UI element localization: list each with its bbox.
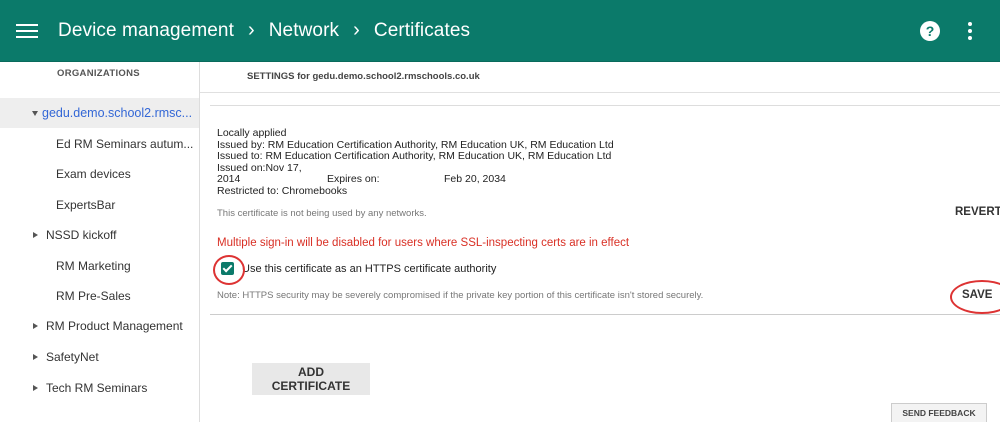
sidebar-item-rm-marketing[interactable]: RM Marketing [0, 251, 199, 281]
cert-status: Locally applied [217, 127, 287, 139]
cert-issued-to: Issued to: RM Education Certification Au… [217, 150, 612, 162]
breadcrumb-separator: › [353, 19, 360, 41]
cert-dates-row: Issued on:Nov 17, 2014 Expires on: Feb 20,… [217, 161, 614, 186]
help-icon[interactable]: ? [920, 21, 940, 41]
highlight-circle [950, 280, 1000, 314]
cert-restricted: Restricted to: Chromebooks [217, 184, 348, 197]
breadcrumb-device-management[interactable]: Device management [58, 20, 234, 42]
more-vert-icon[interactable] [968, 22, 972, 40]
sidebar-item-label: Ed RM Seminars autum... [56, 137, 194, 151]
sidebar-item-gedu[interactable]: gedu.demo.school2.rmsc... [0, 98, 199, 128]
sidebar-item-exam-devices[interactable]: Exam devices [0, 159, 199, 189]
hamburger-menu-icon[interactable] [16, 23, 38, 38]
sidebar-item-label: RM Marketing [56, 259, 131, 273]
breadcrumb-separator: › [247, 19, 255, 41]
sidebar-item-ed-rm-seminars[interactable]: Ed RM Seminars autum... [0, 129, 199, 159]
cert-expires-value: Feb 20, 2034 [444, 173, 506, 185]
sidebar-item-label: RM Pre-Sales [56, 289, 131, 303]
expand-caret-right-icon[interactable] [33, 385, 38, 391]
sidebar-item-label: Tech RM Seminars [46, 381, 148, 395]
breadcrumb-certificates: Certificates [373, 19, 471, 41]
cert-issued-on: Issued on:Nov 17, 2014 [217, 161, 302, 185]
revert-button[interactable]: REVERT [955, 206, 1000, 218]
add-certificate-button[interactable]: ADD CERTIFICATE [252, 363, 370, 395]
breadcrumb-network[interactable]: Network [269, 20, 339, 42]
security-note: Note: HTTPS security may be severely com… [217, 290, 704, 301]
sidebar-item-label: RM Product Management [46, 319, 183, 333]
expand-caret-right-icon[interactable] [33, 323, 38, 329]
org-sidebar: ORGANIZATIONS gedu.demo.school2.rmsc... … [0, 62, 200, 422]
sidebar-item-safetynet[interactable]: SafetyNet [0, 342, 199, 372]
expand-caret-right-icon[interactable] [33, 354, 38, 360]
certificate-details: Locally applied Issued by: RM Education … [217, 127, 614, 197]
sidebar-item-label: ExpertsBar [56, 198, 116, 212]
certificate-card: Locally applied Issued by: RM Education … [210, 105, 1000, 315]
sidebar-item-rm-pre-sales[interactable]: RM Pre-Sales [0, 281, 199, 311]
sidebar-item-tech-rm-seminars[interactable]: Tech RM Seminars [0, 373, 199, 403]
settings-bar: SETTINGS for gedu.demo.school2.rmschools… [200, 62, 1000, 93]
sidebar-item-label: Exam devices [56, 167, 131, 181]
unused-note: This certificate is not being used by an… [217, 208, 427, 219]
sidebar-header: ORGANIZATIONS [57, 68, 140, 79]
https-authority-checkbox[interactable] [213, 255, 245, 285]
sidebar-item-rm-product-management[interactable]: RM Product Management [0, 311, 199, 341]
cert-expires-label: Expires on: [327, 173, 380, 185]
sidebar-item-expertsbar[interactable]: ExpertsBar [0, 190, 199, 220]
sidebar-item-label: NSSD kickoff [46, 228, 117, 242]
expand-caret-right-icon[interactable] [33, 232, 38, 238]
checkbox-label[interactable]: Use this certificate as an HTTPS certifi… [242, 263, 496, 275]
app-header: Device management › Network › Certificat… [0, 0, 1000, 62]
https-authority-row: Use this certificate as an HTTPS certifi… [213, 255, 496, 285]
sidebar-item-label: gedu.demo.school2.rmsc... [42, 106, 193, 120]
expand-caret-down-icon[interactable] [32, 110, 38, 116]
send-feedback-button[interactable]: SEND FEEDBACK [891, 403, 987, 422]
breadcrumb: Device management › Network › Certificat… [58, 19, 470, 42]
main-panel: SETTINGS for gedu.demo.school2.rmschools… [200, 62, 1000, 422]
settings-title: SETTINGS for gedu.demo.school2.rmschools… [247, 71, 480, 82]
sidebar-item-label: SafetyNet [46, 350, 99, 364]
ssl-warning: Multiple sign-in will be disabled for us… [217, 237, 630, 249]
highlight-circle [213, 255, 245, 285]
sidebar-item-nssd-kickoff[interactable]: NSSD kickoff [0, 220, 199, 250]
